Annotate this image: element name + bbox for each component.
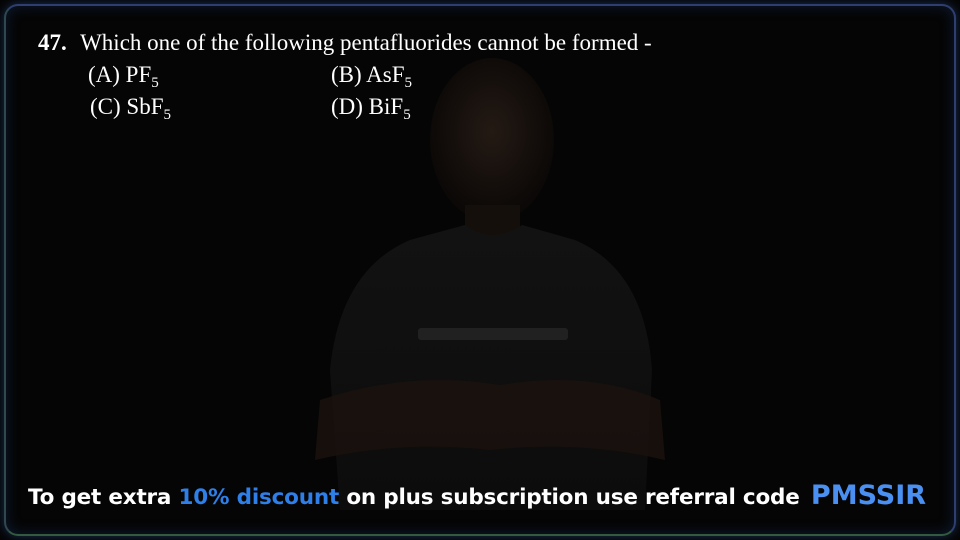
option-b-label: (B) AsF bbox=[331, 62, 405, 87]
options-grid: (A) PF5 (B) AsF5 (C) SbF5 (D) BiF5 bbox=[38, 60, 652, 124]
promo-banner: To get extra 10% discount on plus subscr… bbox=[28, 480, 926, 511]
question-text: Which one of the following pentafluoride… bbox=[80, 30, 652, 55]
question-line: 47. Which one of the following pentafluo… bbox=[38, 28, 652, 58]
option-d-label: (D) BiF bbox=[331, 94, 404, 119]
option-b: (B) AsF5 bbox=[331, 60, 413, 91]
promo-text-end: on plus subscription use referral code bbox=[339, 485, 800, 510]
option-a-label: (A) PF bbox=[88, 62, 152, 87]
option-d: (D) BiF5 bbox=[331, 92, 411, 123]
option-c-label: (C) SbF bbox=[90, 94, 164, 119]
question-block: 47. Which one of the following pentafluo… bbox=[38, 28, 652, 124]
question-number: 47. bbox=[38, 30, 67, 55]
option-c: (C) SbF5 bbox=[90, 92, 172, 123]
promo-discount: 10% discount bbox=[178, 485, 340, 510]
option-c-subscript: 5 bbox=[163, 107, 172, 123]
option-a: (A) PF5 bbox=[88, 60, 159, 91]
referral-code: PMSSIR bbox=[810, 480, 927, 511]
option-a-subscript: 5 bbox=[151, 75, 159, 91]
option-d-subscript: 5 bbox=[403, 107, 411, 123]
video-frame: 47. Which one of the following pentafluo… bbox=[0, 0, 960, 540]
option-b-subscript: 5 bbox=[404, 75, 413, 91]
promo-text-start: To get extra bbox=[28, 485, 179, 510]
